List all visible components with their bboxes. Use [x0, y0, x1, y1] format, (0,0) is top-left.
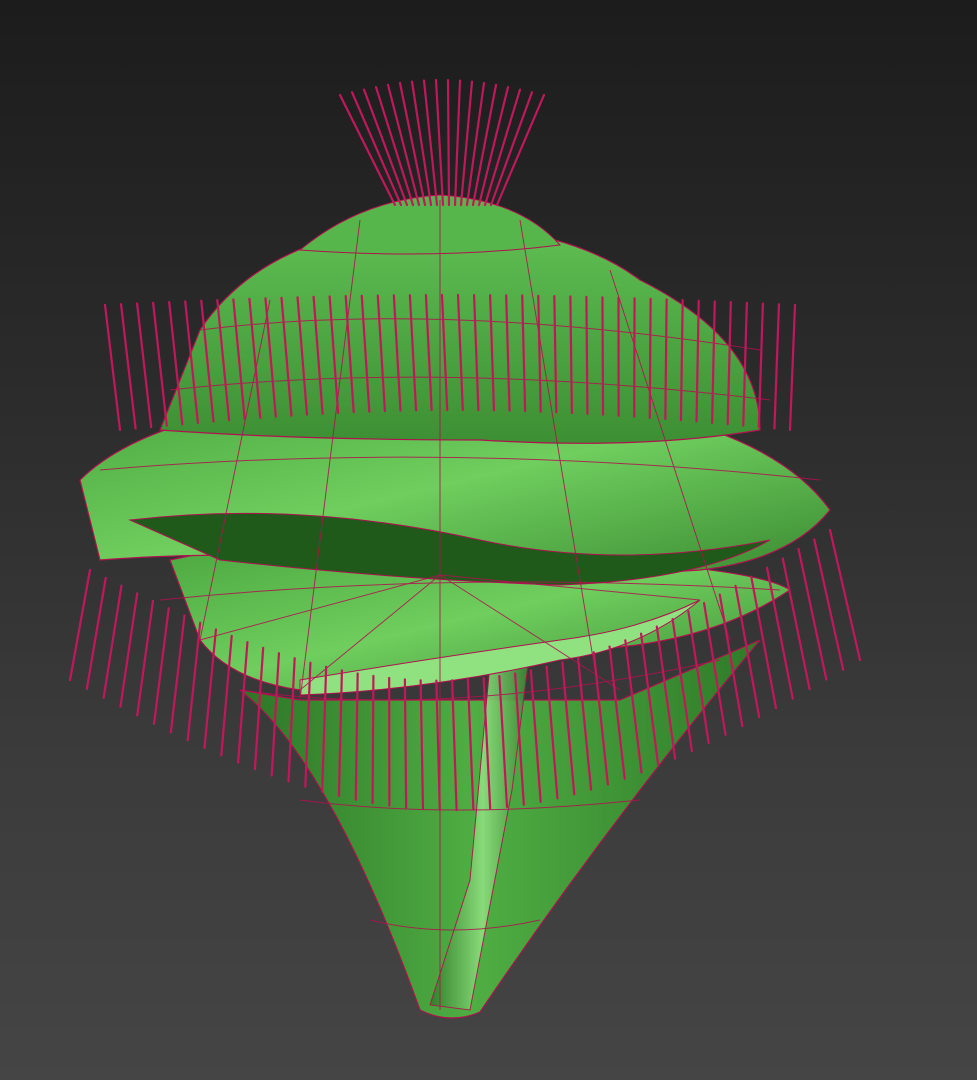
- cilium: [371, 674, 375, 805]
- cilium: [664, 298, 668, 421]
- cilium: [828, 528, 862, 662]
- cilium: [813, 538, 845, 671]
- cilium: [152, 607, 170, 725]
- cilium: [648, 297, 652, 419]
- cilium: [186, 621, 202, 742]
- 3d-viewport[interactable]: [0, 0, 977, 1080]
- cilium: [403, 678, 408, 809]
- cilium: [102, 584, 123, 699]
- cilium: [489, 91, 534, 207]
- cilium: [119, 303, 137, 430]
- cilium: [495, 93, 546, 207]
- cilium: [169, 614, 186, 734]
- cilium: [757, 302, 765, 429]
- cilium: [569, 295, 573, 415]
- cilium: [152, 301, 168, 427]
- cilium: [601, 296, 605, 416]
- cilium: [434, 78, 445, 207]
- cilium: [136, 599, 155, 717]
- cilium: [68, 568, 92, 682]
- cilium: [103, 303, 122, 432]
- cilium: [453, 79, 462, 207]
- cilium: [788, 303, 797, 432]
- flytrap-model: [68, 78, 862, 1019]
- cilium: [446, 78, 451, 207]
- cilium: [422, 79, 439, 207]
- cilium: [85, 576, 107, 691]
- cilium: [773, 303, 781, 430]
- cilium: [135, 302, 153, 429]
- cilium: [119, 592, 139, 708]
- cilium: [585, 295, 589, 415]
